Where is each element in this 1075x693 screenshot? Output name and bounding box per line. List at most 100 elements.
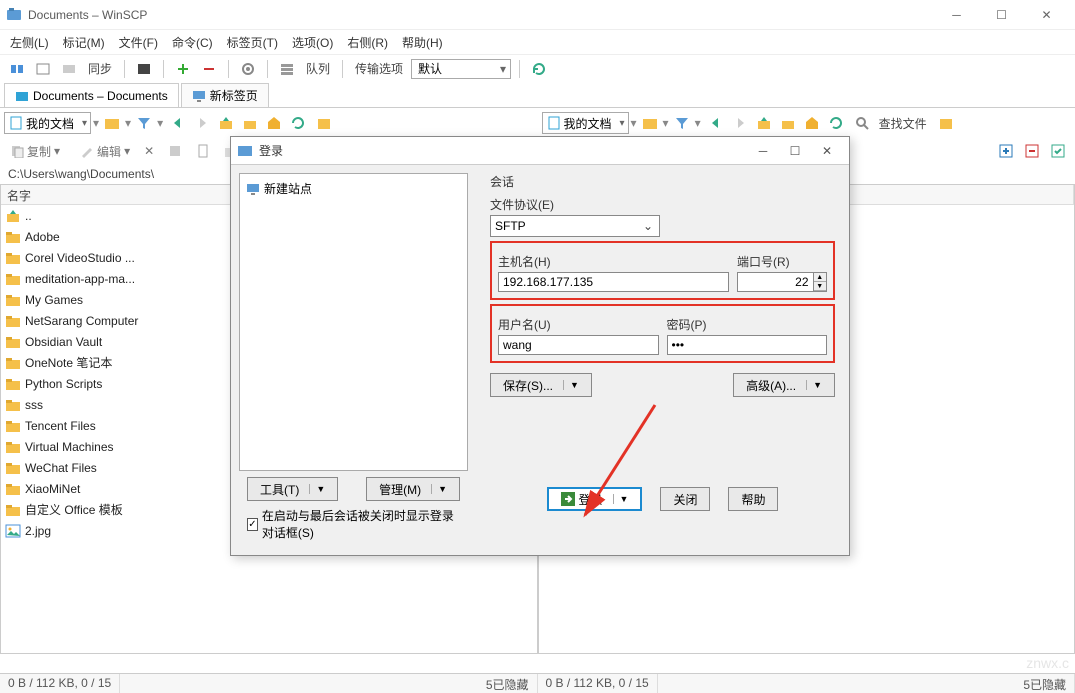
right-open-folder-icon[interactable] [639,112,661,134]
protocol-label: 文件协议(E) [490,196,835,213]
close-dialog-button[interactable]: 关闭 [660,487,710,511]
host-input[interactable] [498,272,729,292]
tab-new[interactable]: 新标签页 [181,83,269,107]
left-open-folder-icon[interactable] [101,112,123,134]
left-filter-icon[interactable] [133,112,155,134]
dialog-close-button[interactable]: ✕ [811,139,843,163]
menu-mark[interactable]: 标记(M) [59,32,109,53]
folder-icon [5,334,21,350]
tools-button[interactable]: 工具(T) [247,477,338,501]
dialog-titlebar: 登录 ─ ☐ ✕ [231,137,849,165]
sync-icon[interactable] [6,58,28,80]
right-drive-combo[interactable]: 我的文档 [542,112,629,134]
pane-headers: 我的文档 ▾ ▾ ▾ 我的文档 ▾ ▾ ▾ 查找文件 [0,108,1075,138]
right-bookmark-icon[interactable] [935,112,957,134]
remove-icon[interactable] [198,58,220,80]
site-list[interactable]: 新建站点 [239,173,468,471]
close-button[interactable]: ✕ [1024,1,1069,29]
window-title: Documents – WinSCP [28,8,147,22]
dialog-icon [237,143,253,159]
check-box-icon[interactable] [1047,140,1069,162]
session-tabs: Documents – Documents 新标签页 [0,82,1075,108]
main-toolbar: 同步 队列 传输选项 默认 [0,54,1075,82]
host-highlight-box: 主机名(H) 端口号(R) ▲▼ [490,241,835,300]
manage-button[interactable]: 管理(M) [366,477,460,501]
save-button[interactable]: 保存(S)... [490,373,592,397]
dialog-minimize-button[interactable]: ─ [747,139,779,163]
new-site-item[interactable]: 新建站点 [244,178,463,199]
right-back-icon[interactable] [705,112,727,134]
dialog-maximize-button[interactable]: ☐ [779,139,811,163]
documents-icon [547,116,561,130]
menu-right[interactable]: 右侧(R) [343,32,392,53]
right-find-icon[interactable] [851,112,873,134]
right-up-icon[interactable] [753,112,775,134]
statusbar: 0 B / 112 KB, 0 / 15 5已隐藏 0 B / 112 KB, … [0,673,1075,693]
right-forward-icon[interactable] [729,112,751,134]
folder-icon [5,250,21,266]
login-button[interactable]: 登录 [547,487,643,511]
port-input[interactable] [737,272,814,292]
folder-icon [5,397,21,413]
app-icon [6,7,22,23]
left-forward-icon[interactable] [191,112,213,134]
left-root-icon[interactable] [239,112,261,134]
minimize-button[interactable]: ─ [934,1,979,29]
advanced-button[interactable]: 高级(A)... [733,373,835,397]
left-drive-combo[interactable]: 我的文档 [4,112,91,134]
copy-button[interactable]: 复制 ▾ [6,143,64,160]
left-bookmark-icon[interactable] [313,112,335,134]
status-left-hidden: 5已隐藏 [478,674,538,693]
left-home-icon[interactable] [263,112,285,134]
left-back-icon[interactable] [167,112,189,134]
menu-help[interactable]: 帮助(H) [398,32,447,53]
folder-icon [5,292,21,308]
folder-icon [5,418,21,434]
watermark: znwx.c [1026,655,1069,671]
monitor-icon [246,182,260,196]
right-root-icon[interactable] [777,112,799,134]
settings-icon[interactable] [237,58,259,80]
titlebar: Documents – WinSCP ─ ☐ ✕ [0,0,1075,30]
props-icon[interactable] [164,144,186,158]
image-icon [5,523,21,539]
compare-icon[interactable] [32,58,54,80]
plus-box-icon[interactable] [995,140,1017,162]
left-refresh-icon[interactable] [287,112,309,134]
find-label[interactable]: 查找文件 [875,115,931,132]
port-spinner[interactable]: ▲▼ [814,272,827,292]
help-button[interactable]: 帮助 [728,487,778,511]
sync-browse-icon[interactable] [58,58,80,80]
login-dialog: 登录 ─ ☐ ✕ 新建站点 工具(T) 管理(M) ✓ 在启动与最后 [230,136,850,556]
minus-box-icon[interactable] [1021,140,1043,162]
refresh-all-icon[interactable] [528,58,550,80]
username-input[interactable] [498,335,659,355]
right-refresh-icon[interactable] [825,112,847,134]
menu-command[interactable]: 命令(C) [168,32,217,53]
transfer-preset-combo[interactable]: 默认 [411,59,511,79]
password-input[interactable] [667,335,828,355]
status-right-hidden: 5已隐藏 [1015,674,1075,693]
queue-icon[interactable] [276,58,298,80]
new-icon[interactable] [192,144,214,158]
maximize-button[interactable]: ☐ [979,1,1024,29]
right-filter-icon[interactable] [671,112,693,134]
left-up-icon[interactable] [215,112,237,134]
terminal-icon[interactable] [133,58,155,80]
menu-tabs[interactable]: 标签页(T) [223,32,282,53]
edit-button[interactable]: 编辑 ▾ [76,143,134,160]
folder-icon [5,502,21,518]
add-icon[interactable] [172,58,194,80]
menu-file[interactable]: 文件(F) [115,32,162,53]
show-on-start-checkbox[interactable]: ✓ 在启动与最后会话被关闭时显示登录对话框(S) [247,507,460,541]
menu-options[interactable]: 选项(O) [288,32,337,53]
folder-icon [5,355,21,371]
right-home-icon[interactable] [801,112,823,134]
protocol-select[interactable]: SFTP [490,215,660,237]
menu-left[interactable]: 左侧(L) [6,32,53,53]
documents-icon [9,116,23,130]
folder-icon [5,376,21,392]
tab-documents[interactable]: Documents – Documents [4,83,179,107]
x-icon[interactable]: ✕ [140,144,158,158]
menubar: 左侧(L) 标记(M) 文件(F) 命令(C) 标签页(T) 选项(O) 右侧(… [0,30,1075,54]
